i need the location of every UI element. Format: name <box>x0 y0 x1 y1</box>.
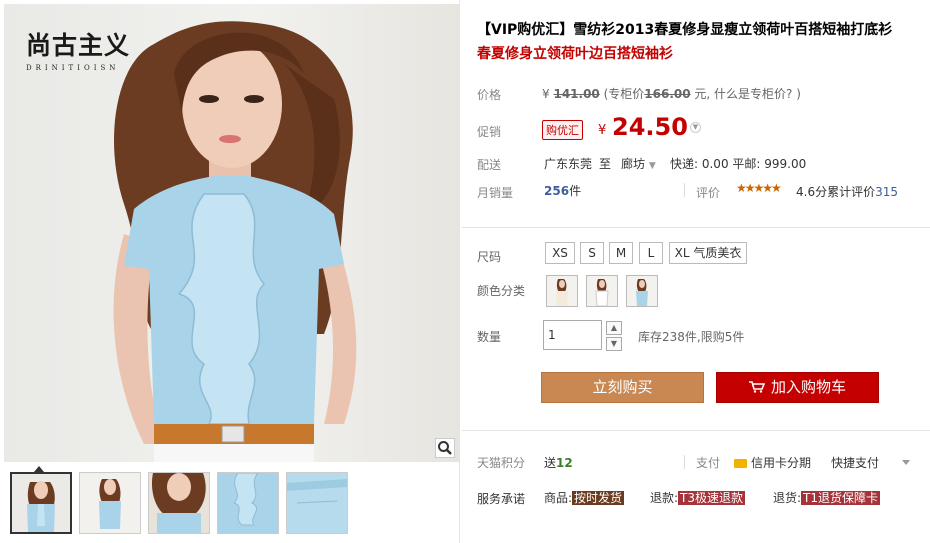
brand-name-en: DRINITIOISN <box>26 64 120 72</box>
yen-symbol: ¥ <box>542 87 550 101</box>
quantity-label: 数量 <box>477 330 502 344</box>
zoom-button[interactable] <box>435 438 455 458</box>
main-product-image[interactable]: 尚古主义 DRINITIOISN <box>4 4 459 462</box>
caret-down-icon[interactable] <box>902 460 910 465</box>
swatch-image <box>595 279 609 306</box>
service-return[interactable]: 退货: T1退货保障卡 <box>773 489 881 506</box>
product-title: 【VIP购优汇】雪纺衫2013春夏修身显瘦立领荷叶百搭短袖打底衫 春夏修身立领荷… <box>477 18 922 66</box>
service-refund-tag: T3极速退款 <box>678 491 746 505</box>
points-value: 12 <box>556 456 573 470</box>
separator <box>684 455 685 469</box>
points-send: 送 <box>544 456 557 470</box>
sales-label: 月销量 <box>477 186 514 200</box>
service-refund-label: 退款: <box>650 491 679 505</box>
size-option-s[interactable]: S <box>580 242 604 264</box>
thumbnail-3[interactable] <box>148 472 210 534</box>
brand-name-cn: 尚古主义 <box>26 31 131 60</box>
counter-price-link[interactable]: 元, 什么是专柜价? ) <box>691 87 801 101</box>
model-photo <box>113 21 357 462</box>
color-swatch-2[interactable] <box>586 275 618 307</box>
credit-card-icon <box>734 459 747 468</box>
buy-now-button[interactable]: 立刻购买 <box>541 372 704 403</box>
service-goods-label: 商品: <box>544 491 573 505</box>
service-goods-tag: 按时发货 <box>572 491 625 505</box>
rating-summary[interactable]: 4.6分累计评价315 <box>796 183 898 200</box>
color-swatch-1[interactable] <box>546 275 578 307</box>
thumbnail-5[interactable] <box>286 472 348 534</box>
counter-price-prefix: (专柜价 <box>603 87 645 101</box>
ship-to-select[interactable]: 廊坊 ▼ <box>621 155 656 172</box>
pay-label: 支付 <box>696 456 721 470</box>
original-price: ¥ 141.00 (专柜价166.00 元, 什么是专柜价? ) <box>542 85 801 102</box>
size-option-l[interactable]: L <box>639 242 663 264</box>
credit-installment[interactable]: 信用卡分期 <box>734 454 811 471</box>
swatch-image <box>556 279 568 306</box>
credit-installment-label: 信用卡分期 <box>751 456 812 470</box>
rating-stars: ★★★★★ <box>736 181 782 195</box>
add-to-cart-label: 加入购物车 <box>770 378 846 396</box>
cart-icon <box>748 381 765 393</box>
promo-yen: ¥ <box>598 123 607 138</box>
service-refund[interactable]: 退款: T3极速退款 <box>650 489 746 506</box>
ship-to: 廊坊 <box>621 157 646 171</box>
thumbnail-image <box>12 474 70 532</box>
service-label: 服务承诺 <box>477 492 526 506</box>
promo-tag: 购优汇 <box>542 120 583 140</box>
brand-logo: 尚古主义 DRINITIOISN <box>26 26 130 72</box>
size-label: 尺码 <box>477 250 502 264</box>
points-label: 天猫积分 <box>477 456 526 470</box>
service-return-tag: T1退货保障卡 <box>801 491 881 505</box>
review-label: 评价 <box>696 186 721 200</box>
service-goods[interactable]: 商品: 按时发货 <box>544 489 625 506</box>
add-to-cart-button[interactable]: 加入购物车 <box>716 372 879 403</box>
price-label: 价格 <box>477 88 502 102</box>
points-info: 送12 <box>544 454 573 471</box>
section-divider <box>462 430 930 431</box>
stock-info: 库存238件,限购5件 <box>638 330 745 344</box>
caret-down-icon: ▼ <box>648 161 656 171</box>
vertical-divider <box>459 0 460 543</box>
size-option-m[interactable]: M <box>609 242 633 264</box>
color-label: 颜色分类 <box>477 284 526 298</box>
thumbnail-4[interactable] <box>217 472 279 534</box>
original-price-value: 141.00 <box>553 87 600 101</box>
rating-score: 4.6分累计评价 <box>796 185 876 199</box>
title-main: 【VIP购优汇】雪纺衫2013春夏修身显瘦立领荷叶百搭短袖打底衫 <box>477 22 893 38</box>
color-swatch-3[interactable] <box>626 275 658 307</box>
counter-price-value: 166.00 <box>644 87 691 101</box>
quantity-input[interactable]: 1 <box>543 320 602 350</box>
thumbnail-2[interactable] <box>79 472 141 534</box>
monthly-sales: 256件 <box>544 182 581 199</box>
thumbnail-image <box>218 473 278 533</box>
quantity-decrease-button[interactable]: ▼ <box>606 337 622 351</box>
thumbnail-strip <box>10 472 348 534</box>
chevron-down-icon[interactable]: ▼ <box>690 122 701 133</box>
shipping-label: 配送 <box>477 158 502 172</box>
shipping-fee: 快递: 0.00 平邮: 999.00 <box>670 157 807 171</box>
ship-to-word: 至 <box>599 157 612 171</box>
sales-count: 256 <box>544 184 570 198</box>
quantity-increase-button[interactable]: ▲ <box>606 321 622 335</box>
size-option-xl[interactable]: XL 气质美衣 <box>669 242 747 264</box>
service-return-label: 退货: <box>773 491 802 505</box>
thumbnail-image <box>287 473 347 533</box>
promo-price: 24.50 <box>612 113 688 141</box>
separator <box>684 183 685 197</box>
sales-unit: 件 <box>569 184 582 198</box>
promo-label: 促销 <box>477 125 502 139</box>
thumbnail-1[interactable] <box>10 472 72 534</box>
thumbnail-image <box>149 473 209 533</box>
quick-pay[interactable]: 快捷支付 <box>831 454 879 471</box>
section-divider <box>462 227 930 228</box>
swatch-image <box>636 279 648 306</box>
title-sub: 春夏修身立领荷叶边百搭短袖衫 <box>477 46 673 62</box>
size-option-xs[interactable]: XS <box>545 242 575 264</box>
magnifier-icon <box>438 441 452 455</box>
review-count: 315 <box>875 185 898 199</box>
thumbnail-image <box>80 473 140 533</box>
ship-from: 广东东莞 <box>544 157 593 171</box>
